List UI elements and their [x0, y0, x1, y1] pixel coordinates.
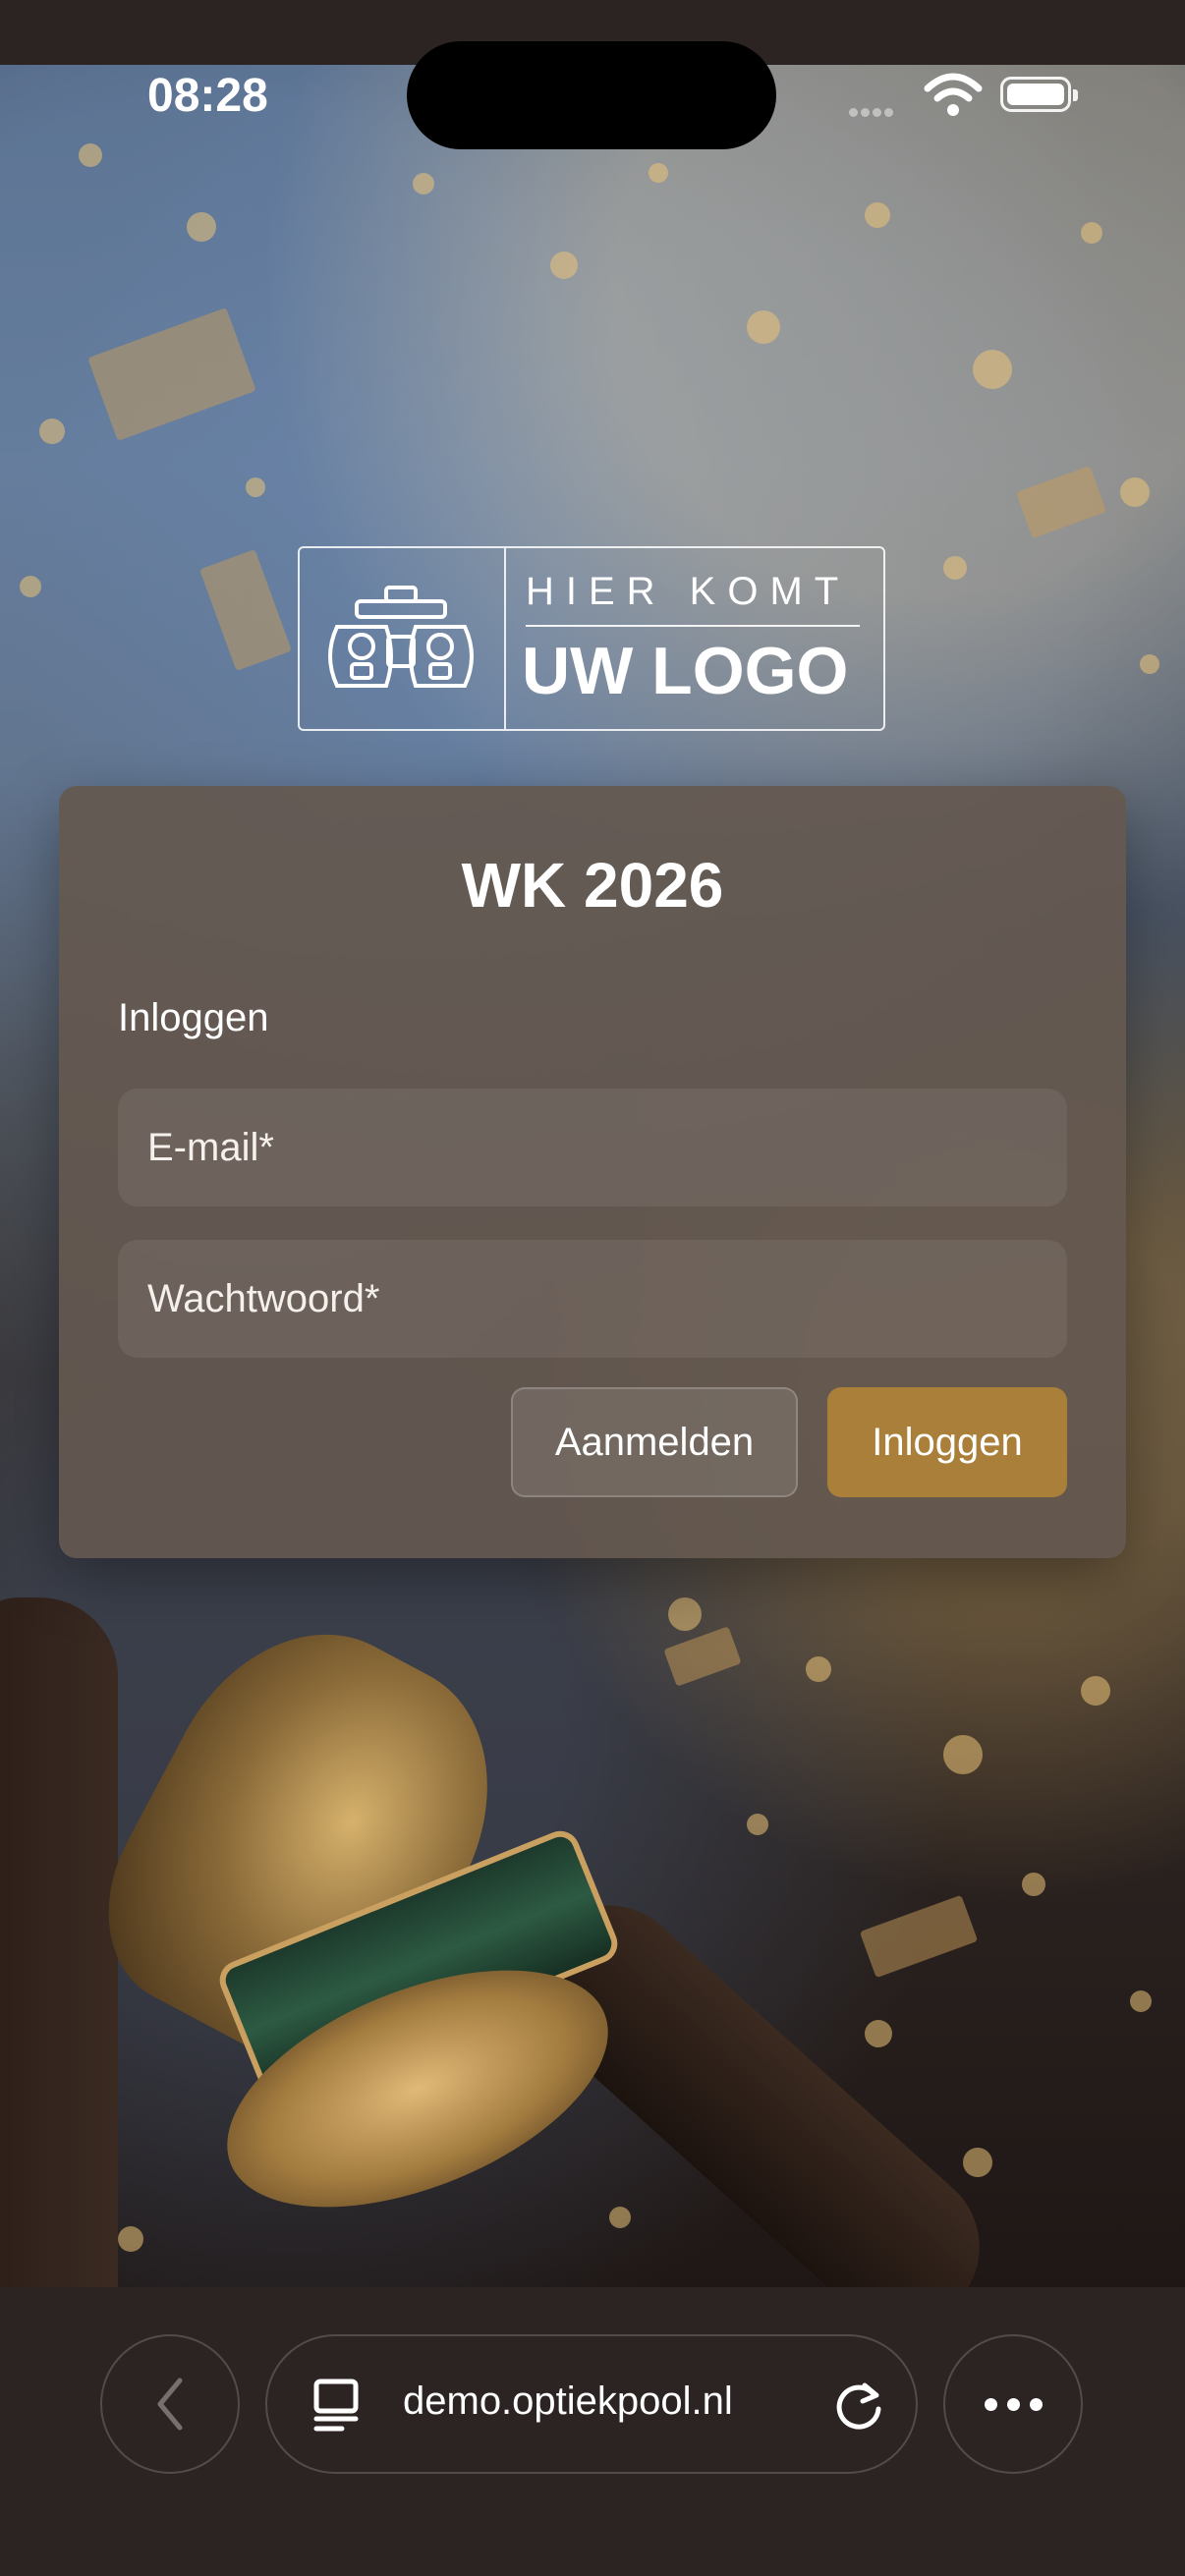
wifi-icon	[924, 73, 983, 116]
login-heading: Inloggen	[118, 996, 269, 1039]
email-field[interactable]	[118, 1089, 1067, 1206]
reload-icon[interactable]	[831, 2378, 886, 2433]
battery-icon	[1000, 77, 1078, 112]
dynamic-island	[407, 41, 776, 149]
login-card: WK 2026 Inloggen Aanmelden Inloggen	[59, 786, 1126, 1558]
page-title: WK 2026	[461, 850, 724, 921]
phoropter-icon	[328, 586, 474, 688]
brand-logo: HIER KOMT UW LOGO	[298, 546, 885, 731]
back-chevron-icon	[157, 2378, 183, 2431]
logo-line-2: UW LOGO	[522, 634, 849, 708]
browser-toolbar: demo.optiekpool.nl	[0, 2287, 1185, 2576]
tabs-icon	[313, 2379, 359, 2432]
login-button[interactable]: Inloggen	[827, 1387, 1067, 1497]
url-text: demo.optiekpool.nl	[403, 2380, 733, 2423]
back-button[interactable]	[100, 2334, 240, 2474]
address-bar[interactable]: demo.optiekpool.nl	[265, 2334, 918, 2474]
more-dots-icon	[984, 2397, 997, 2411]
password-field[interactable]	[118, 1240, 1067, 1358]
signal-icon	[849, 102, 896, 121]
logo-line-1: HIER KOMT	[526, 570, 851, 613]
status-time: 08:28	[147, 70, 268, 122]
register-button[interactable]: Aanmelden	[511, 1387, 798, 1497]
more-button[interactable]	[943, 2334, 1083, 2474]
